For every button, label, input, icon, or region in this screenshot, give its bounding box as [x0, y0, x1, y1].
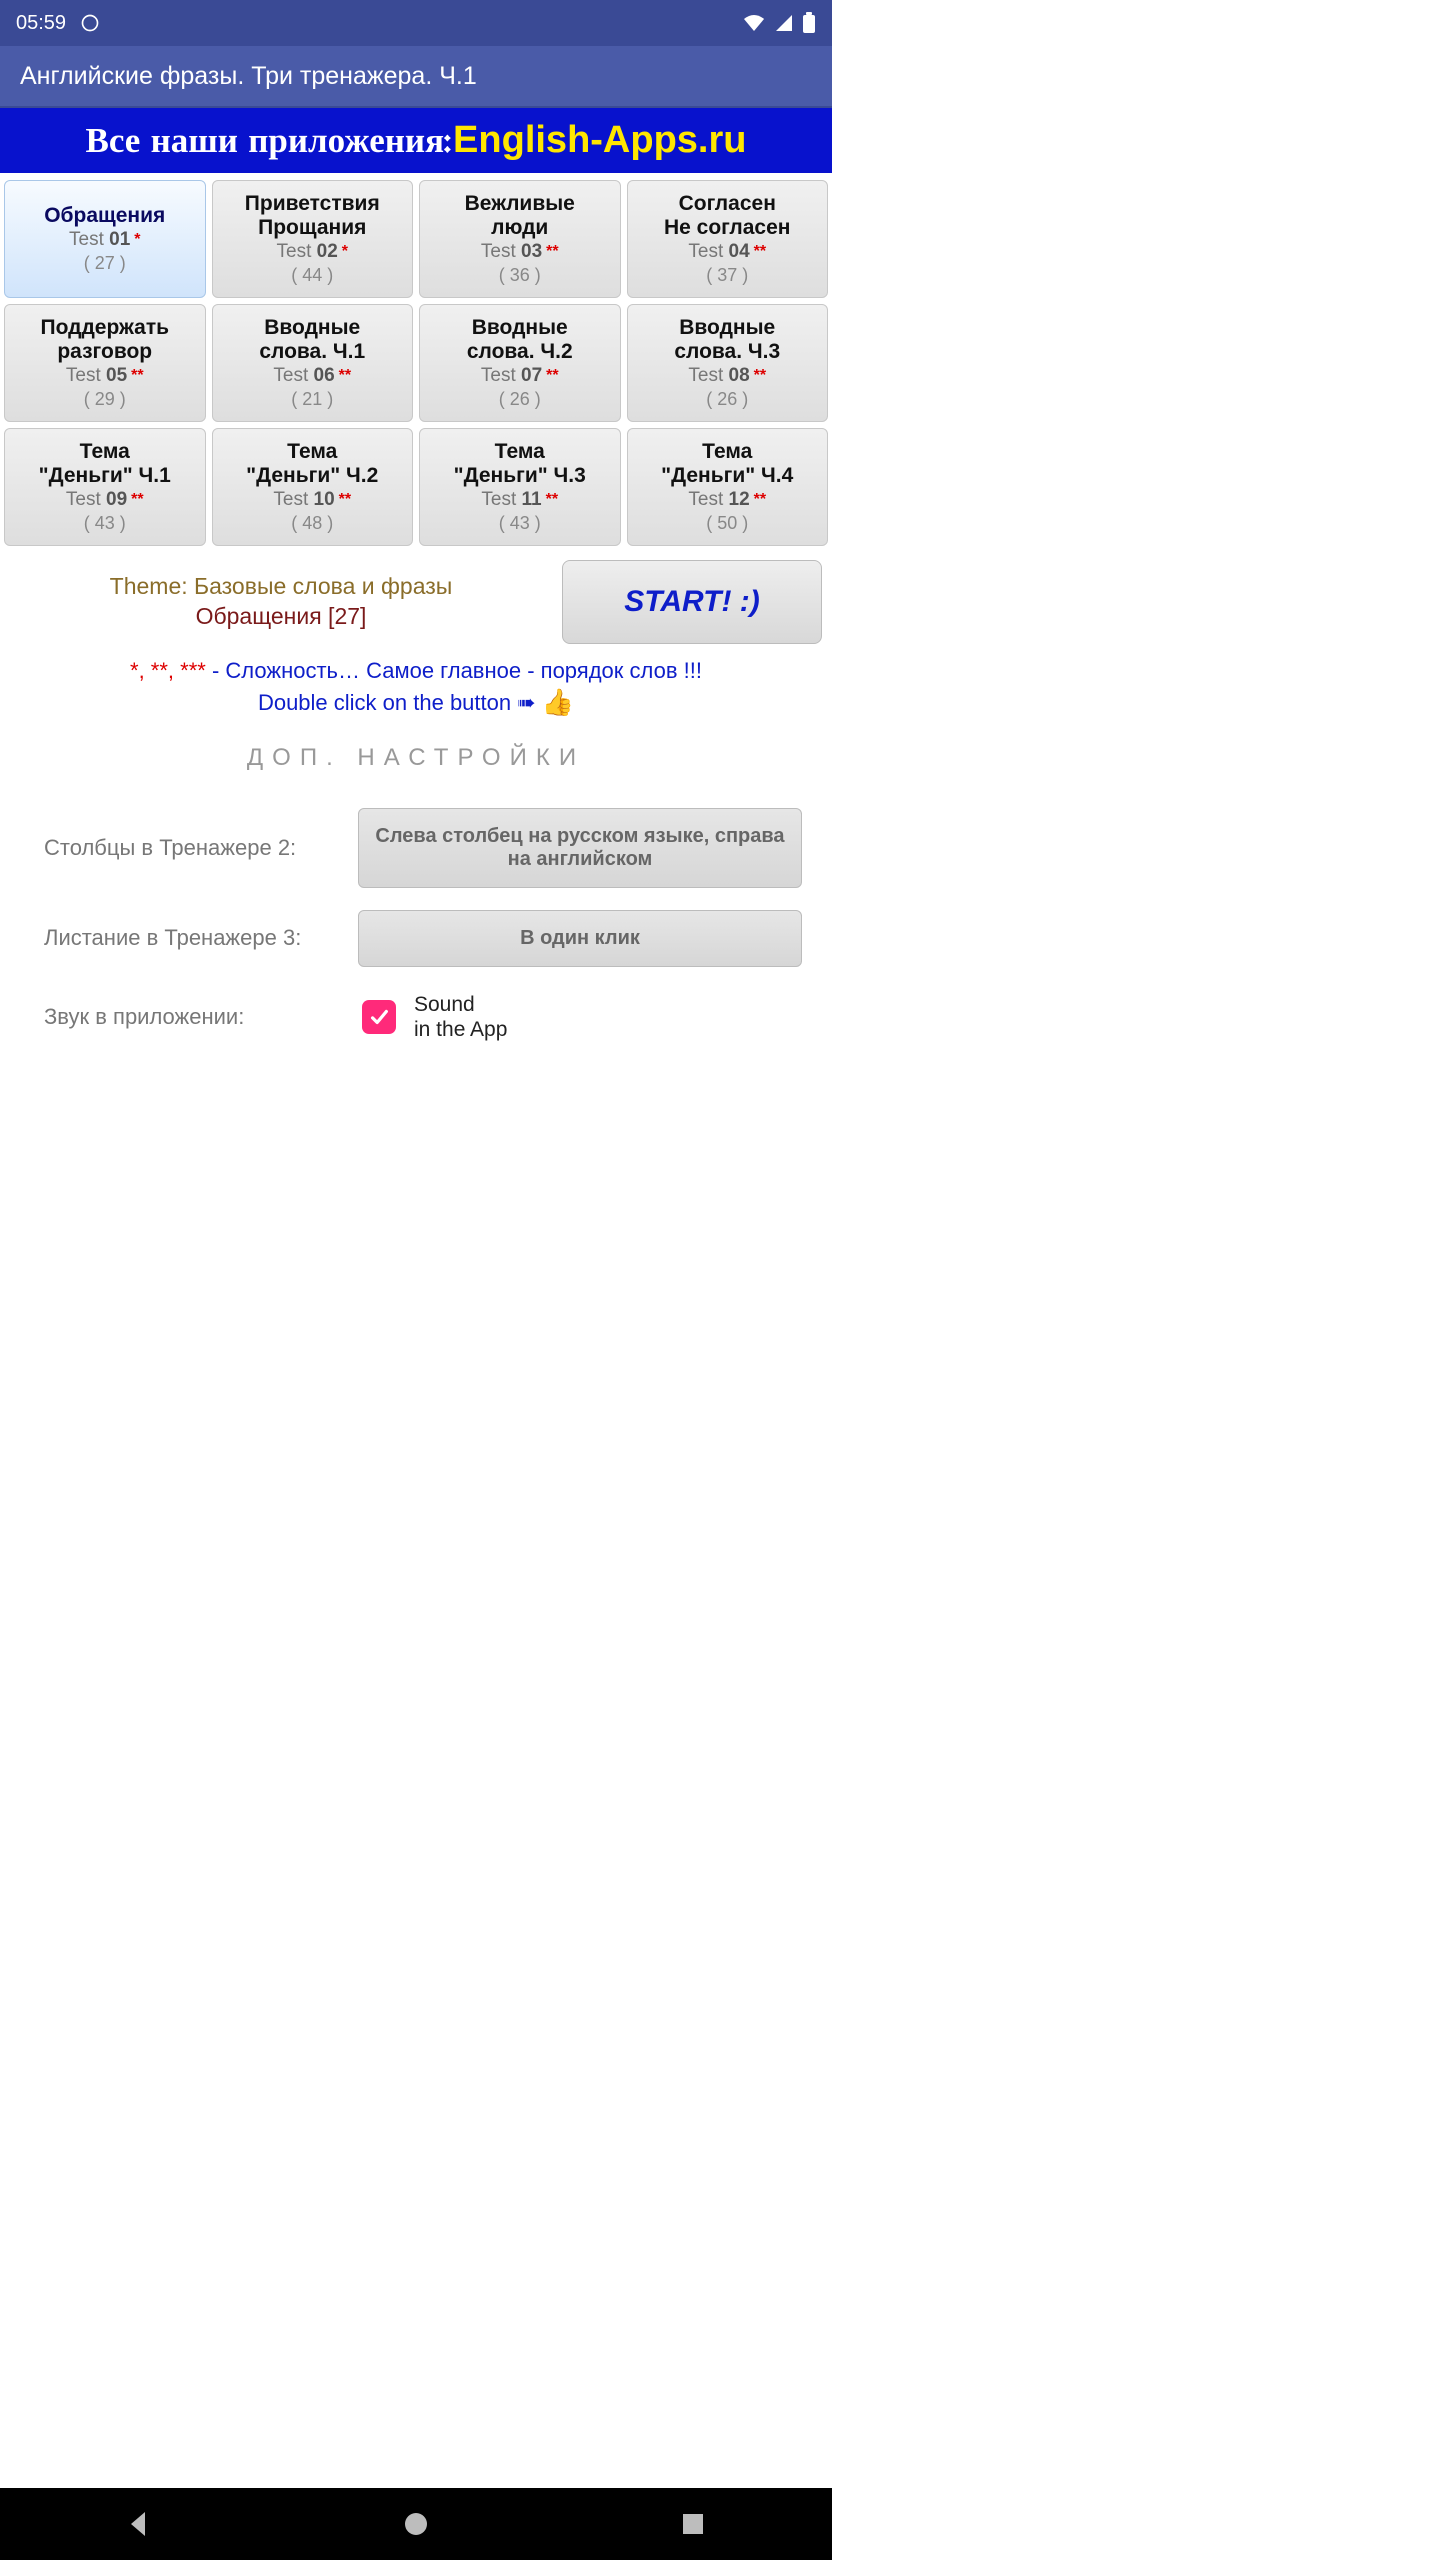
tile-test-line: Test 01 * [69, 229, 141, 251]
tile-count: ( 43 ) [84, 513, 126, 534]
nav-home-icon[interactable] [400, 2508, 432, 2540]
battery-icon [802, 12, 816, 34]
tile-title: Вводные слова. Ч.2 [467, 316, 573, 362]
moon-icon [80, 13, 100, 33]
tile-count: ( 50 ) [706, 513, 748, 534]
lesson-tile-04[interactable]: Согласен Не согласен Test 04 **( 37 ) [627, 180, 829, 298]
settings-title: ДОП. НАСТРОЙКИ [0, 736, 832, 798]
setting-paging-button[interactable]: В один клик [358, 910, 802, 967]
tile-test-line: Test 09 ** [66, 489, 144, 511]
lesson-tile-09[interactable]: Тема "Деньги" Ч.1 Test 09 **( 43 ) [4, 428, 206, 546]
setting-cols-label: Столбцы в Тренажере 2: [44, 835, 344, 861]
banner-right-text: English-Apps.ru [453, 119, 746, 162]
promo-banner[interactable]: Все наши приложения: English-Apps.ru [0, 108, 832, 176]
tile-count: ( 27 ) [84, 253, 126, 274]
nav-recent-icon[interactable] [677, 2508, 709, 2540]
theme-info: Theme: Базовые слова и фразы Обращения [… [10, 572, 552, 632]
theme-line1: Theme: Базовые слова и фразы [10, 572, 552, 602]
lesson-tile-03[interactable]: Вежливые люди Test 03 **( 36 ) [419, 180, 621, 298]
info-text2: Double click on the button ➠ [258, 690, 536, 716]
tile-test-line: Test 03 ** [481, 241, 559, 263]
lesson-grid: ОбращенияTest 01 *( 27 )Приветствия Прощ… [0, 176, 832, 552]
lesson-tile-08[interactable]: Вводные слова. Ч.3 Test 08 **( 26 ) [627, 304, 829, 422]
sound-text: Sound in the App [414, 992, 507, 1042]
lesson-tile-05[interactable]: Поддержать разговор Test 05 **( 29 ) [4, 304, 206, 422]
tile-test-line: Test 06 ** [273, 365, 351, 387]
signal-icon [774, 13, 794, 33]
setting-paging-label: Листание в Тренажере 3: [44, 925, 344, 951]
status-time: 05:59 [16, 12, 66, 35]
tile-count: ( 44 ) [291, 265, 333, 286]
tile-title: Вежливые люди [465, 192, 575, 238]
tile-count: ( 29 ) [84, 389, 126, 410]
tile-count: ( 26 ) [706, 389, 748, 410]
info-text1: - Сложность… Самое главное - порядок сло… [206, 658, 702, 683]
tile-title: Приветствия Прощания [245, 192, 380, 238]
nav-bar [0, 2488, 832, 2560]
lesson-tile-11[interactable]: Тема "Деньги" Ч.3 Test 11 **( 43 ) [419, 428, 621, 546]
tile-title: Поддержать разговор [40, 316, 169, 362]
app-title: Английские фразы. Три тренажера. Ч.1 [20, 62, 477, 91]
info-stars: *, **, *** [130, 658, 206, 683]
sound-checkbox[interactable] [362, 1000, 396, 1034]
info-block: *, **, *** - Сложность… Самое главное - … [0, 648, 832, 736]
setting-sound-label: Звук в приложении: [44, 1004, 344, 1030]
tile-title: Тема "Деньги" Ч.4 [661, 440, 793, 486]
tile-count: ( 21 ) [291, 389, 333, 410]
theme-line2: Обращения [27] [10, 602, 552, 632]
setting-cols-button[interactable]: Слева столбец на русском языке, справа н… [358, 808, 802, 888]
tile-test-line: Test 02 * [277, 241, 349, 263]
tile-count: ( 36 ) [499, 265, 541, 286]
tile-test-line: Test 11 ** [481, 489, 558, 511]
app-title-bar: Английские фразы. Три тренажера. Ч.1 [0, 46, 832, 106]
lesson-tile-12[interactable]: Тема "Деньги" Ч.4 Test 12 **( 50 ) [627, 428, 829, 546]
tile-title: Тема "Деньги" Ч.2 [246, 440, 378, 486]
tile-count: ( 26 ) [499, 389, 541, 410]
tile-title: Тема "Деньги" Ч.3 [454, 440, 586, 486]
tile-title: Тема "Деньги" Ч.1 [39, 440, 171, 486]
thumbs-up-icon: 👍 [542, 687, 574, 718]
tile-test-line: Test 12 ** [688, 489, 766, 511]
tile-title: Вводные слова. Ч.1 [259, 316, 365, 362]
banner-left-text: Все наши приложения: [86, 121, 452, 161]
lesson-tile-07[interactable]: Вводные слова. Ч.2 Test 07 **( 26 ) [419, 304, 621, 422]
nav-back-icon[interactable] [123, 2508, 155, 2540]
lesson-tile-10[interactable]: Тема "Деньги" Ч.2 Test 10 **( 48 ) [212, 428, 414, 546]
status-bar: 05:59 [0, 0, 832, 46]
tile-test-line: Test 08 ** [688, 365, 766, 387]
tile-title: Обращения [44, 204, 165, 227]
lesson-tile-01[interactable]: ОбращенияTest 01 *( 27 ) [4, 180, 206, 298]
tile-count: ( 43 ) [499, 513, 541, 534]
tile-test-line: Test 07 ** [481, 365, 559, 387]
check-icon [368, 1006, 390, 1028]
tile-test-line: Test 04 ** [688, 241, 766, 263]
tile-title: Вводные слова. Ч.3 [674, 316, 780, 362]
wifi-icon [742, 13, 766, 33]
tile-count: ( 37 ) [706, 265, 748, 286]
tile-test-line: Test 10 ** [273, 489, 351, 511]
tile-count: ( 48 ) [291, 513, 333, 534]
start-button[interactable]: START! :) [562, 560, 822, 644]
lesson-tile-06[interactable]: Вводные слова. Ч.1 Test 06 **( 21 ) [212, 304, 414, 422]
lesson-tile-02[interactable]: Приветствия Прощания Test 02 *( 44 ) [212, 180, 414, 298]
tile-title: Согласен Не согласен [664, 192, 790, 238]
tile-test-line: Test 05 ** [66, 365, 144, 387]
